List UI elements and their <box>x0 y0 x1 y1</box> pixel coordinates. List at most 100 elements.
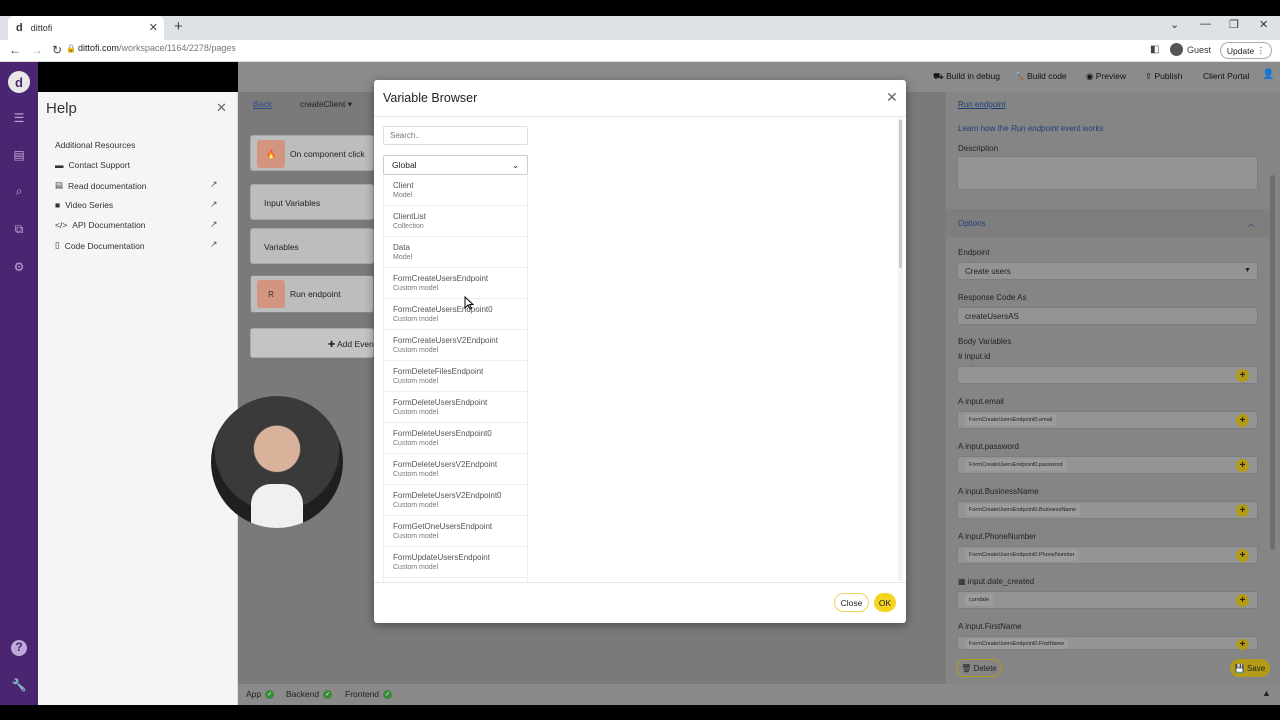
tab-search-icon[interactable]: ⌄ <box>1170 18 1179 31</box>
save-button[interactable]: 💾 Save <box>1230 659 1270 677</box>
add-variable-icon[interactable]: + <box>1236 504 1249 517</box>
update-button[interactable]: Update ⋮ <box>1220 42 1272 59</box>
list-item[interactable]: Client Model <box>384 175 527 206</box>
check-icon: ✓ <box>323 689 333 699</box>
external-link-icon[interactable]: ↗ <box>210 179 218 190</box>
help-item-contact-support[interactable]: ▬ Contact Support <box>55 160 130 170</box>
var-chip[interactable]: FormCreateUsersEndpoint0.FirstName <box>965 639 1069 649</box>
list-item[interactable]: Data Model <box>384 237 527 268</box>
chevron-up-icon[interactable]: ︿ <box>1247 218 1255 229</box>
help-item-api-documentation[interactable]: </> API Documentation <box>55 220 146 230</box>
restore-icon[interactable]: ❐ <box>1229 18 1239 31</box>
wrench-icon[interactable]: 🔧 <box>11 678 27 694</box>
minimize-icon[interactable]: — <box>1200 18 1211 30</box>
list-icon[interactable]: ☰ <box>11 111 27 127</box>
reload-icon[interactable]: ↻ <box>52 43 62 57</box>
search-input[interactable] <box>383 126 528 145</box>
item-type: Collection <box>393 223 424 230</box>
sidebar-toggle-icon[interactable]: ◧ <box>1150 44 1159 55</box>
help-close-icon[interactable]: ✕ <box>216 100 227 116</box>
forward-arrow-icon[interactable]: → <box>31 43 43 57</box>
list-item[interactable]: ClientList Collection <box>384 206 527 237</box>
panel-scrollbar[interactable] <box>1270 175 1275 550</box>
collapse-icon[interactable]: ▲ <box>1262 688 1271 698</box>
event-variables[interactable]: Variables <box>250 228 374 264</box>
help-icon[interactable]: ? <box>11 640 27 656</box>
description-input[interactable] <box>957 156 1258 190</box>
external-link-icon[interactable]: ↗ <box>210 219 218 230</box>
modal-scrollbar-thumb[interactable] <box>899 120 902 268</box>
browser-tab[interactable]: d dittofi ✕ <box>8 16 164 40</box>
profile-button[interactable]: Guest <box>1170 43 1211 56</box>
brand-logo[interactable]: d <box>8 71 30 93</box>
external-link-icon[interactable]: ↗ <box>210 199 218 210</box>
list-item[interactable]: FormGetOneUsersEndpoint Custom model <box>384 516 527 547</box>
list-item[interactable]: FormDeleteUsersEndpoint Custom model <box>384 392 527 423</box>
var-input[interactable] <box>957 591 1258 609</box>
learn-link[interactable]: Learn how the Run endpoint event works <box>958 124 1103 133</box>
build-code-button[interactable]: 🔨 Build code <box>1014 71 1067 82</box>
lock-icon[interactable]: 🔒 <box>66 44 76 53</box>
list-item[interactable]: FormDeleteUsersV2Endpoint0 Custom model <box>384 485 527 516</box>
back-arrow-icon[interactable]: ← <box>9 43 21 57</box>
help-item-video-series[interactable]: ■ Video Series <box>55 200 113 210</box>
item-type: Custom model <box>393 285 439 292</box>
add-event-button[interactable]: ✚ Add Event <box>328 339 376 350</box>
var-chip[interactable]: currdate <box>965 594 994 606</box>
options-label: Options <box>958 219 986 228</box>
close-button[interactable]: Close <box>834 593 869 612</box>
add-variable-icon[interactable]: + <box>1236 549 1249 562</box>
tab-close-icon[interactable]: ✕ <box>149 21 158 34</box>
webcam-figure <box>251 484 303 528</box>
list-item[interactable]: FormUpdateUsersEndpoint Custom model <box>384 547 527 578</box>
run-endpoint-link[interactable]: Run endpoint <box>958 100 1006 109</box>
layers-icon[interactable]: ⧉ <box>11 222 27 238</box>
var-chip[interactable]: FormCreateUsersEndpoint0.BusinessName <box>965 504 1080 516</box>
item-type: Custom model <box>393 378 439 385</box>
user-icon[interactable]: 👤 <box>1262 69 1274 80</box>
list-item[interactable]: FormCreateUsersEndpoint0 Custom model <box>384 299 527 330</box>
list-item[interactable]: FormCreateUsersEndpoint Custom model <box>384 268 527 299</box>
status-backend[interactable]: Backend ✓ <box>286 689 333 699</box>
client-portal-button[interactable]: Client Portal <box>1203 71 1249 81</box>
database-icon[interactable]: ▤ <box>11 148 27 164</box>
build-debug-button[interactable]: ⛟ Build in debug <box>933 71 1000 83</box>
window-close-icon[interactable]: ✕ <box>1259 18 1268 31</box>
var-chip[interactable]: FormCreateUsersEndpoint0.password <box>965 459 1067 471</box>
settings-icon[interactable]: ⚙ <box>11 260 27 276</box>
publish-button[interactable]: ⇪ Publish <box>1145 71 1182 82</box>
delete-button[interactable]: 🗑 Delete <box>956 659 1002 677</box>
help-item-read-documentation[interactable]: ▤ Read documentation <box>55 180 146 191</box>
help-item-code-documentation[interactable]: ▯ Code Documentation <box>55 240 145 251</box>
url-field[interactable]: dittofi.com/workspace/1164/2278/pages <box>78 43 236 53</box>
var-chip[interactable]: FormCreateUsersEndpoint0.PhoneNumber <box>965 549 1079 561</box>
add-variable-icon[interactable]: + <box>1236 369 1249 382</box>
back-link[interactable]: Back <box>253 99 272 109</box>
modal-close-icon[interactable]: ✕ <box>886 89 898 106</box>
status-app[interactable]: App ✓ <box>246 689 275 699</box>
preview-button[interactable]: ◉ Preview <box>1086 71 1126 82</box>
list-item[interactable]: FormDeleteFilesEndpoint Custom model <box>384 361 527 392</box>
type-icon: ▦ <box>958 577 966 586</box>
add-variable-icon[interactable]: + <box>1236 594 1249 607</box>
action-breadcrumb[interactable]: createClient ▾ <box>300 99 352 110</box>
list-item[interactable]: FormDeleteUsersV2Endpoint Custom model <box>384 454 527 485</box>
event-run-endpoint[interactable]: R Run endpoint <box>250 275 374 313</box>
add-variable-icon[interactable]: + <box>1236 414 1249 427</box>
add-variable-icon[interactable]: + <box>1236 639 1249 650</box>
item-name: FormCreateUsersEndpoint <box>393 274 489 283</box>
list-item[interactable]: FormDeleteUsersEndpoint0 Custom model <box>384 423 527 454</box>
var-input[interactable] <box>957 366 1258 384</box>
new-tab-icon[interactable]: + <box>174 18 183 35</box>
status-frontend[interactable]: Frontend ✓ <box>345 689 393 699</box>
event-on-component-click[interactable]: 🔥 On component click <box>250 135 374 171</box>
add-variable-icon[interactable]: + <box>1236 459 1249 472</box>
scope-select[interactable]: Global ⌄ <box>383 155 528 175</box>
event-input-variables[interactable]: Input Variables <box>250 184 374 220</box>
magnifier-icon[interactable]: ⌕ <box>11 184 27 200</box>
var-chip[interactable]: FormCreateUsersEndpoint0.email <box>965 414 1057 426</box>
list-item[interactable]: FormCreateUsersV2Endpoint Custom model <box>384 330 527 361</box>
options-header[interactable] <box>946 209 1270 237</box>
external-link-icon[interactable]: ↗ <box>210 239 218 250</box>
ok-button[interactable]: OK <box>874 593 896 612</box>
